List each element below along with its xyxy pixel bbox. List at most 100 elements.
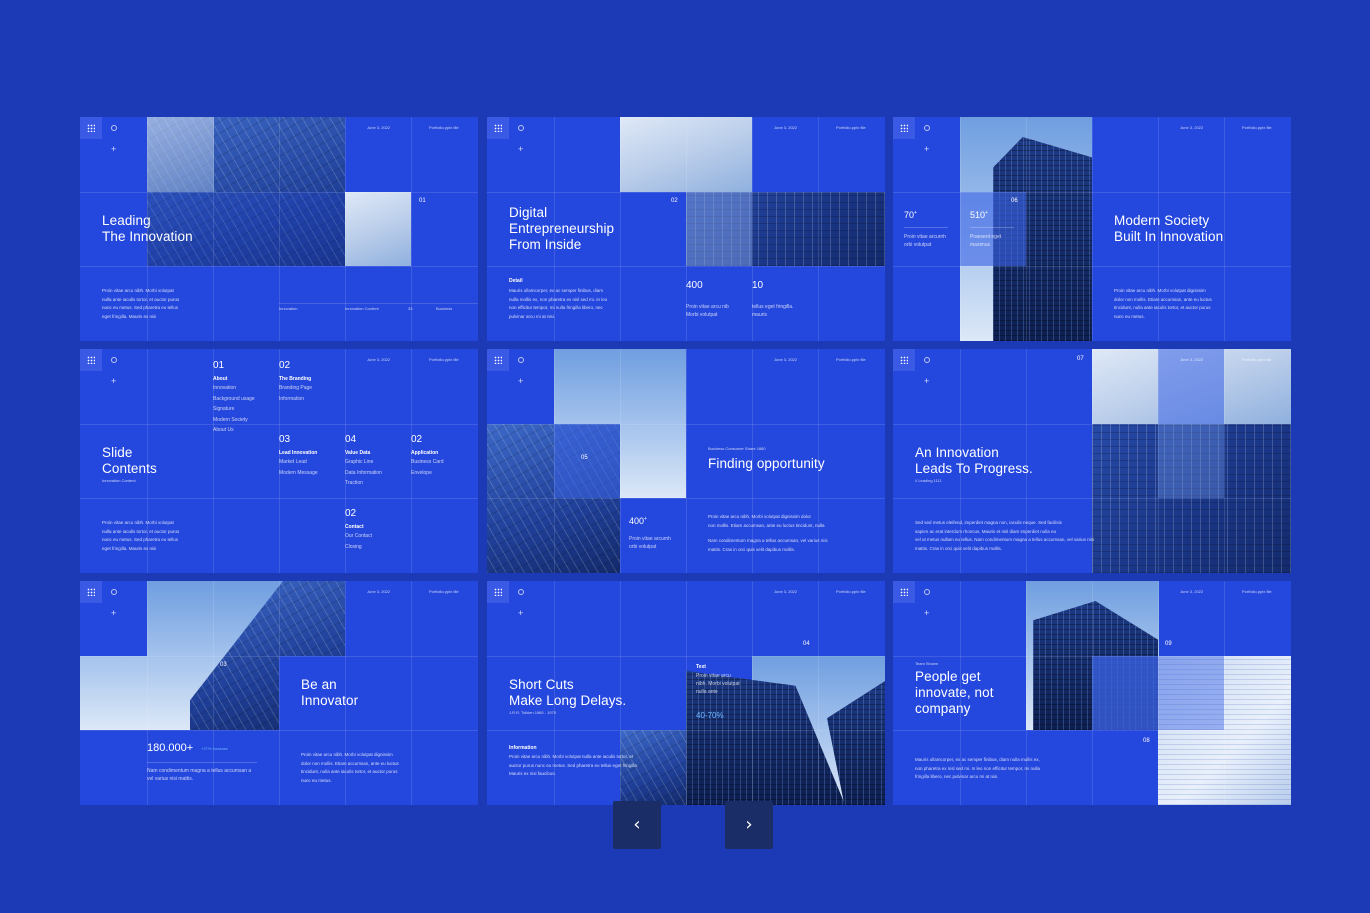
stat-text: Proin vitae arcurnh orbi volutpat bbox=[904, 234, 946, 248]
plus-icon: + bbox=[924, 608, 930, 618]
menu-icon bbox=[893, 581, 915, 603]
toc-number: 01 bbox=[213, 360, 225, 371]
slide-file: Portfolio.pptx file bbox=[1242, 357, 1272, 362]
search-icon bbox=[924, 589, 930, 595]
slide-file: Portfolio.pptx file bbox=[429, 357, 459, 362]
text-label: Text bbox=[696, 664, 706, 670]
sky-photo bbox=[147, 117, 214, 192]
menu-icon bbox=[80, 581, 102, 603]
prev-button[interactable]: ‹ bbox=[613, 801, 661, 849]
plus-sign: + bbox=[914, 210, 917, 216]
toc-number: 04 bbox=[345, 434, 357, 445]
stat-value: 70+ bbox=[904, 210, 917, 220]
slide-title: An Innovation Leads To Progress. bbox=[915, 445, 1033, 476]
search-icon bbox=[111, 125, 117, 131]
footer-label: Innovation Content bbox=[345, 306, 379, 311]
menu-icon bbox=[80, 349, 102, 371]
slide-4[interactable]: + June 3, 2022 Portfolio.pptx file Slide… bbox=[80, 349, 478, 573]
toc-heading: The Branding bbox=[279, 376, 312, 382]
plus-icon: + bbox=[924, 376, 930, 386]
toc-heading: Contact bbox=[345, 524, 364, 530]
slide-2[interactable]: + June 3, 2022 Portfolio.pptx file Digit… bbox=[487, 117, 885, 341]
slide-title: Finding opportunity bbox=[708, 456, 825, 471]
toc-number: 02 bbox=[345, 508, 357, 519]
slide-8[interactable]: + June 3, 2022 Portfolio.pptx file 04 Sh… bbox=[487, 581, 885, 805]
slide-number: 02 bbox=[671, 198, 678, 204]
slide-subtitle: Innovation Content bbox=[102, 478, 136, 483]
slide-6[interactable]: + June 3, 2022 Portfolio.pptx file 07 An… bbox=[893, 349, 1291, 573]
stat-text: Proin vitae arcu nib Morbi volutpat bbox=[686, 304, 729, 318]
slide-file: Portfolio.pptx file bbox=[1242, 589, 1272, 594]
slide-body: Nam condimentum magna a tellus accumsan,… bbox=[708, 538, 828, 552]
slide-subtitle: J.R.R. Tolkien 1965 - 1970 bbox=[509, 710, 557, 715]
slide-title: Short Cuts Make Long Delays. bbox=[509, 677, 627, 708]
slide-7[interactable]: + June 3, 2022 Portfolio.pptx file 03 Be… bbox=[80, 581, 478, 805]
slide-date: June 3, 2022 bbox=[774, 125, 798, 130]
plus-icon: + bbox=[924, 144, 930, 154]
slide-date: June 3, 2022 bbox=[367, 589, 391, 594]
toc-heading: Application bbox=[411, 450, 439, 456]
slide-number: 09 bbox=[1165, 641, 1172, 647]
slide-file: Portfolio.pptx file bbox=[836, 589, 866, 594]
slide-title: Digital Entrepreneurship From Inside bbox=[509, 205, 615, 252]
slide-file: Portfolio.pptx file bbox=[836, 125, 866, 130]
chevron-left-icon: ‹ bbox=[633, 814, 641, 835]
slide-body: Proin vitae arcu nibh. Morbi volutpat nu… bbox=[102, 288, 180, 319]
slide-body: Proin vitae arcu nibh. Morbi volutpat di… bbox=[708, 514, 825, 528]
footer-label: Innovation bbox=[279, 306, 298, 311]
slide-1[interactable]: + June 3, 2022 Portfolio.pptx file Leadi… bbox=[80, 117, 478, 341]
footer-label: 33 bbox=[408, 306, 413, 311]
slide-number: 08 bbox=[1143, 738, 1150, 744]
slide-5[interactable]: + June 3, 2022 Portfolio.pptx file 05 Bu… bbox=[487, 349, 885, 573]
slide-number: 04 bbox=[803, 641, 810, 647]
slide-title: Slide Contents bbox=[102, 445, 157, 476]
menu-icon bbox=[487, 349, 509, 371]
stat-value: 400 bbox=[686, 280, 703, 291]
toc-items: Graphic Line Data Information Traction bbox=[345, 459, 382, 486]
toc-heading: Value Data bbox=[345, 450, 371, 456]
slide-body: Sed sed metus eleifend, imperdiet magna … bbox=[915, 520, 1094, 551]
slide-title: Modern Society Built In Innovation bbox=[1114, 213, 1224, 244]
detail-label: Detail bbox=[509, 278, 523, 284]
search-icon bbox=[111, 589, 117, 595]
plus-icon: + bbox=[518, 376, 524, 386]
plus-icon: + bbox=[111, 608, 117, 618]
slide-body: Mauris ullamcorper, ex ac semper finibus… bbox=[915, 757, 1040, 779]
slide-number: 03 bbox=[220, 662, 227, 668]
slide-date: June 3, 2022 bbox=[367, 357, 391, 362]
slide-kicker: Team Shown bbox=[915, 661, 939, 666]
slide-file: Portfolio.pptx file bbox=[429, 589, 459, 594]
toc-number: 03 bbox=[279, 434, 291, 445]
slide-number: 01 bbox=[419, 198, 426, 204]
slide-body: Proin vitae arcu nibh. Morbi volutpat di… bbox=[301, 752, 399, 783]
slide-3[interactable]: + June 3, 2022 Portfolio.pptx file 06 70… bbox=[893, 117, 1291, 341]
slide-subtitle: // Leading 1111 bbox=[915, 478, 942, 483]
menu-icon bbox=[80, 117, 102, 139]
toc-number: 02 bbox=[411, 434, 423, 445]
toc-items: Branding Page Information bbox=[279, 385, 313, 402]
chevron-right-icon: › bbox=[745, 814, 753, 835]
next-button[interactable]: › bbox=[725, 801, 773, 849]
slide-title: Leading The Innovation bbox=[102, 213, 193, 244]
menu-icon bbox=[487, 117, 509, 139]
slide-9[interactable]: + June 3, 2022 Portfolio.pptx file 09 08… bbox=[893, 581, 1291, 805]
slide-body: Proin vitae arcu nibh. Morbi volutpat di… bbox=[1114, 288, 1212, 319]
slide-number: 05 bbox=[581, 455, 588, 461]
slide-kicker: Business Consumer Share 1880 bbox=[708, 446, 766, 451]
stat-value: 510+ bbox=[970, 210, 988, 220]
slide-title: Be an Innovator bbox=[301, 677, 359, 708]
slide-date: June 3, 2022 bbox=[774, 357, 798, 362]
toc-heading: Lead Innovation bbox=[279, 450, 318, 456]
menu-icon bbox=[893, 349, 915, 371]
search-icon bbox=[518, 125, 524, 131]
slide-body: Proin vitae arcu nibh. Morbi volutpat nu… bbox=[102, 520, 180, 551]
stat-text: tellus eget fringilla. mauris bbox=[752, 304, 794, 318]
slide-body: Mauris ullamcorper, ex ac semper finibus… bbox=[509, 288, 608, 319]
footer-label: Business bbox=[436, 306, 453, 311]
toc-number: 02 bbox=[279, 360, 291, 371]
slide-number: 07 bbox=[1077, 356, 1084, 362]
toc-items: Our Contact Closing bbox=[345, 533, 372, 550]
plus-sign: + bbox=[644, 516, 647, 522]
plus-sign: + bbox=[985, 210, 988, 216]
menu-icon bbox=[893, 117, 915, 139]
